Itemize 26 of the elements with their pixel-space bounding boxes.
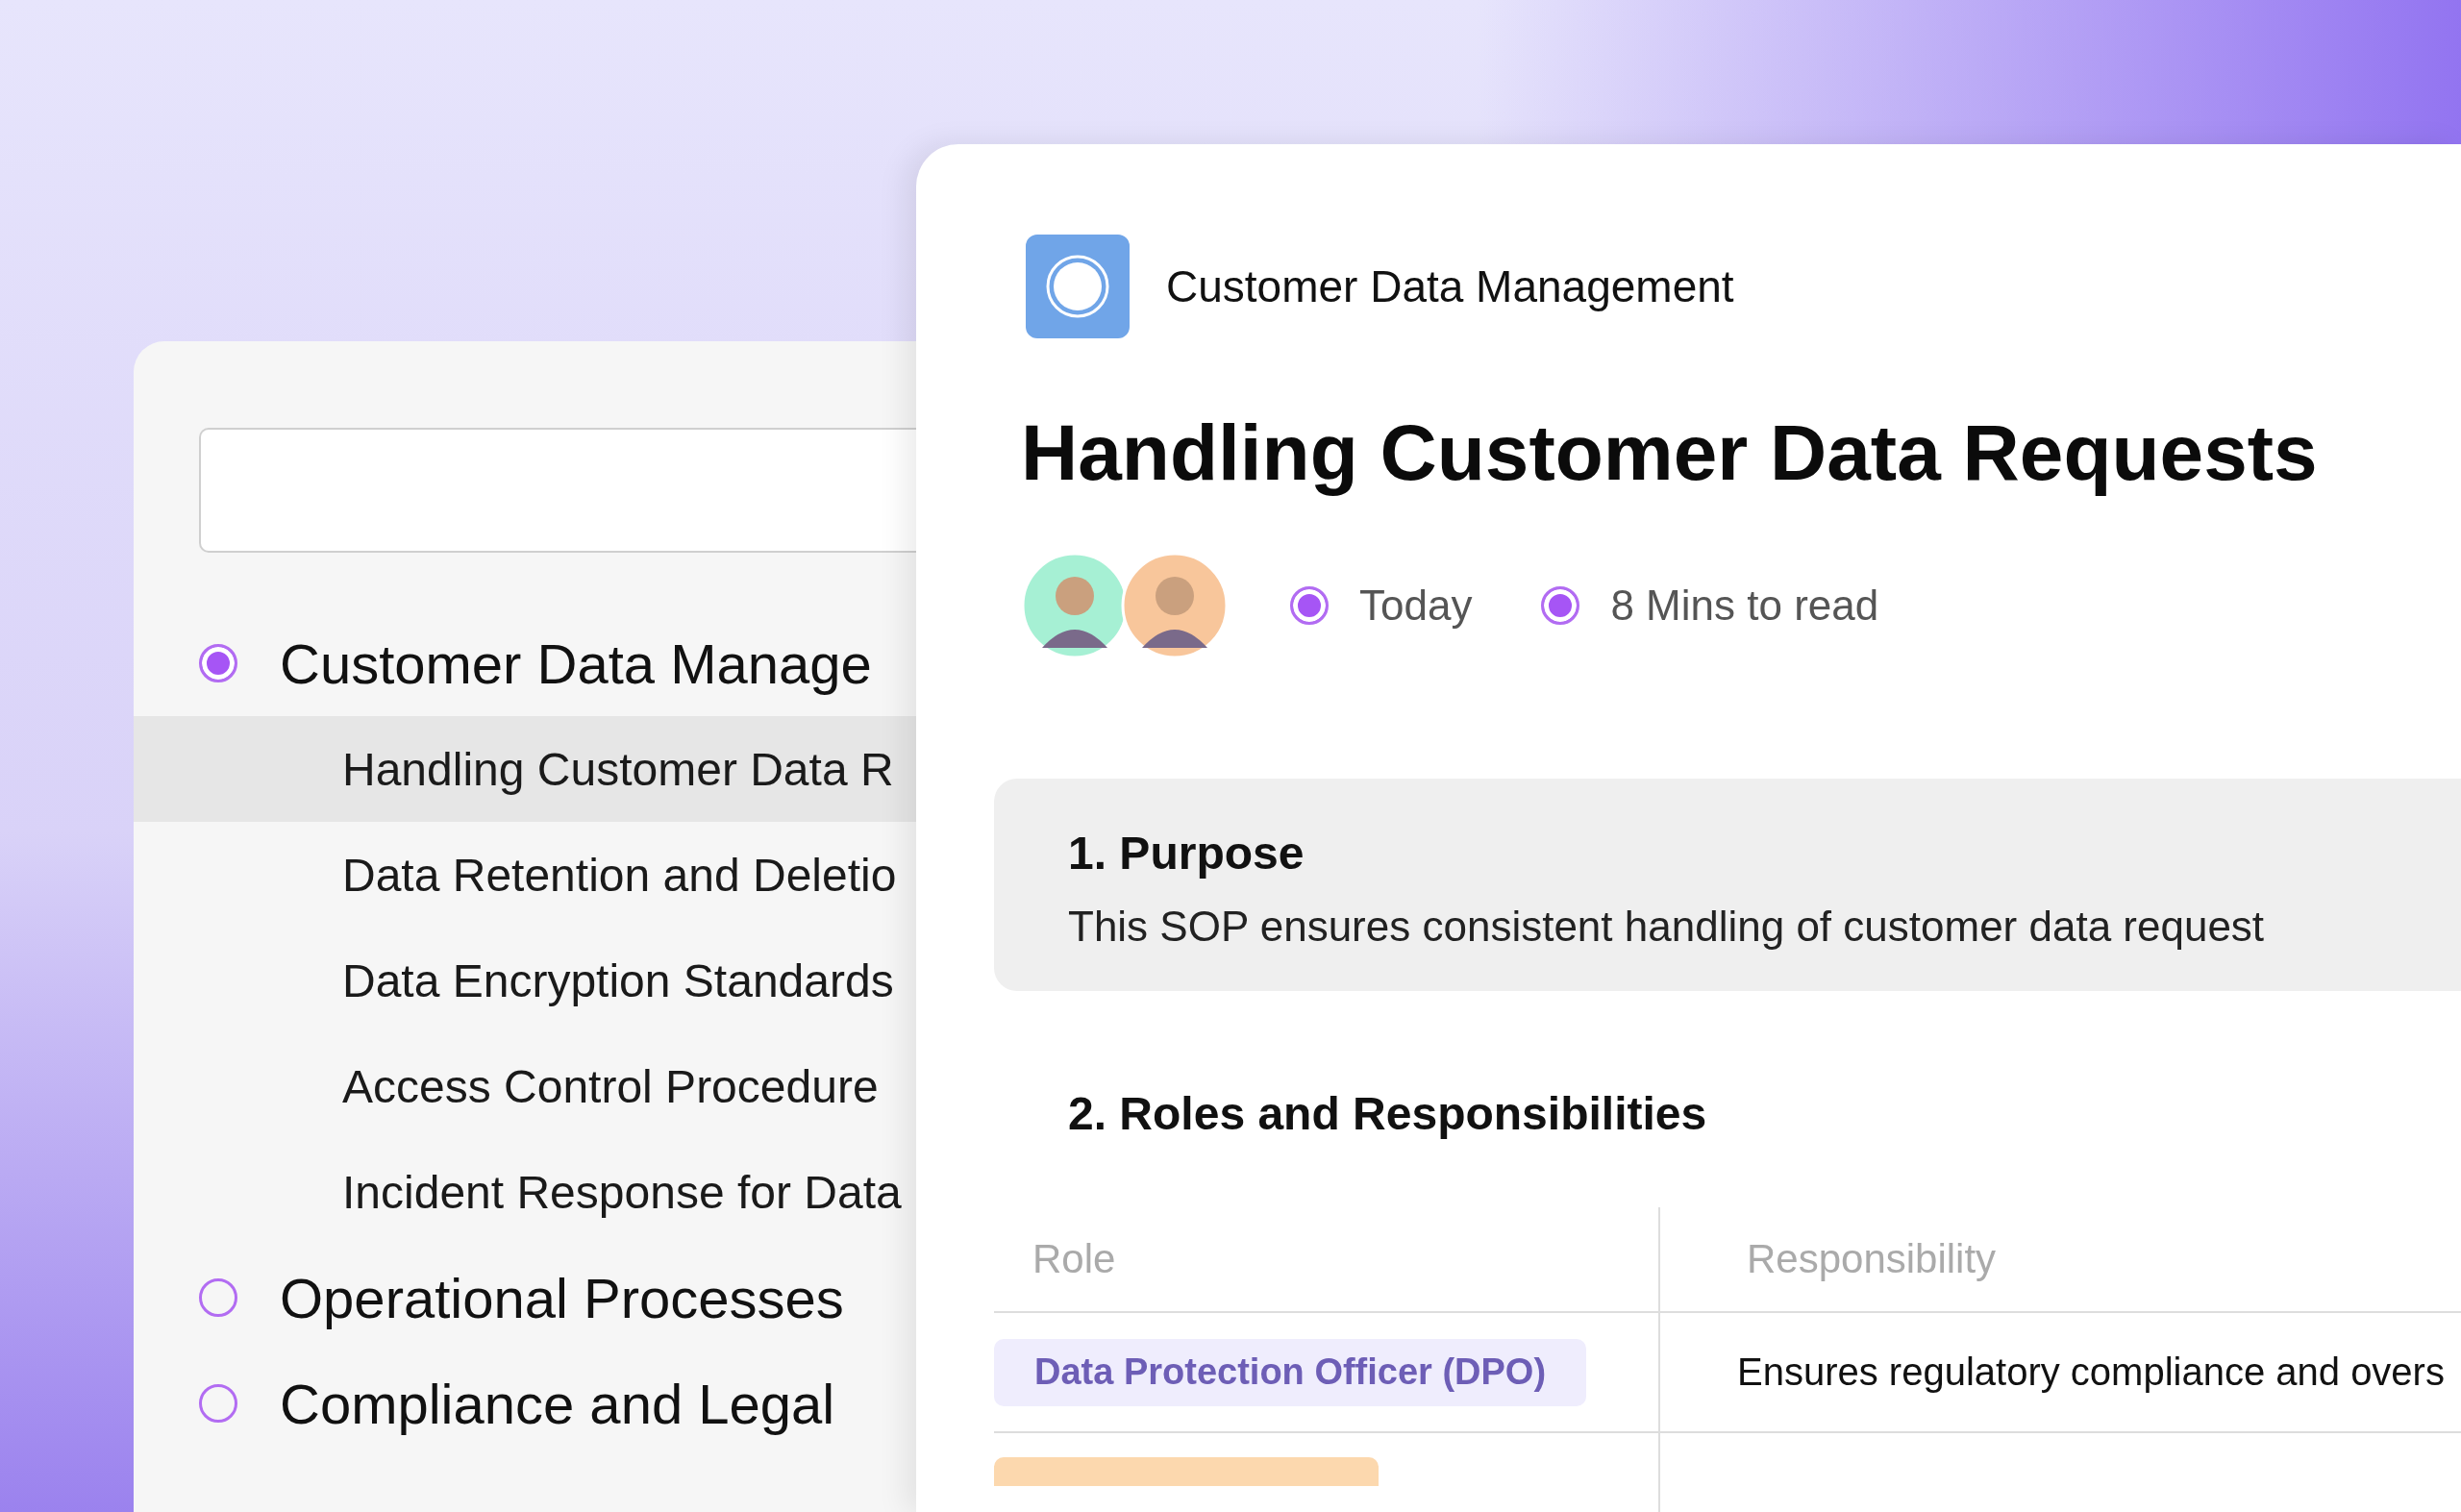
section-heading: 2. Roles and Responsibilities xyxy=(1068,1087,1708,1140)
sidebar-item-label: Customer Data Manage xyxy=(280,631,872,696)
sidebar-subitem[interactable]: Access Control Procedure xyxy=(134,1033,916,1139)
meta-text: Today xyxy=(1359,582,1473,630)
sidebar-item[interactable]: Compliance and Legal xyxy=(134,1351,916,1456)
search-field[interactable] xyxy=(199,428,916,553)
sidebar-subitem[interactable]: Data Encryption Standards xyxy=(134,928,916,1033)
sidebar-item[interactable]: Operational Processes xyxy=(134,1245,916,1351)
sidebar-subitem[interactable]: Data Retention and Deletio xyxy=(134,822,916,928)
column-header: Role xyxy=(994,1207,1658,1313)
section-heading: 1. Purpose xyxy=(1068,827,1305,880)
section-text: This SOP ensures consistent handling of customer data request xyxy=(1068,903,2266,951)
dot-icon xyxy=(1541,586,1580,625)
sidebar-item-label: Operational Processes xyxy=(280,1265,844,1330)
column-header: Responsibility xyxy=(1658,1207,2461,1313)
breadcrumb: Customer Data Management xyxy=(1166,260,1734,312)
sidebar-item[interactable]: Customer Data Manage xyxy=(134,610,916,716)
role-tag: Data Protection Officer (DPO) xyxy=(994,1338,1587,1406)
dot-icon xyxy=(1290,586,1329,625)
sidebar-subitem[interactable]: Incident Response for Data xyxy=(134,1139,916,1245)
table-cell: Ensures regulatory compliance and overs xyxy=(1737,1351,2445,1394)
document-title: Handling Customer Data Requests xyxy=(1021,408,2319,498)
meta-text: 8 Mins to read xyxy=(1610,582,1879,630)
app-icon xyxy=(1026,235,1130,338)
sidebar-subitem[interactable]: Handling Customer Data R xyxy=(134,716,916,822)
sidebar-item-label: Compliance and Legal xyxy=(280,1371,835,1436)
